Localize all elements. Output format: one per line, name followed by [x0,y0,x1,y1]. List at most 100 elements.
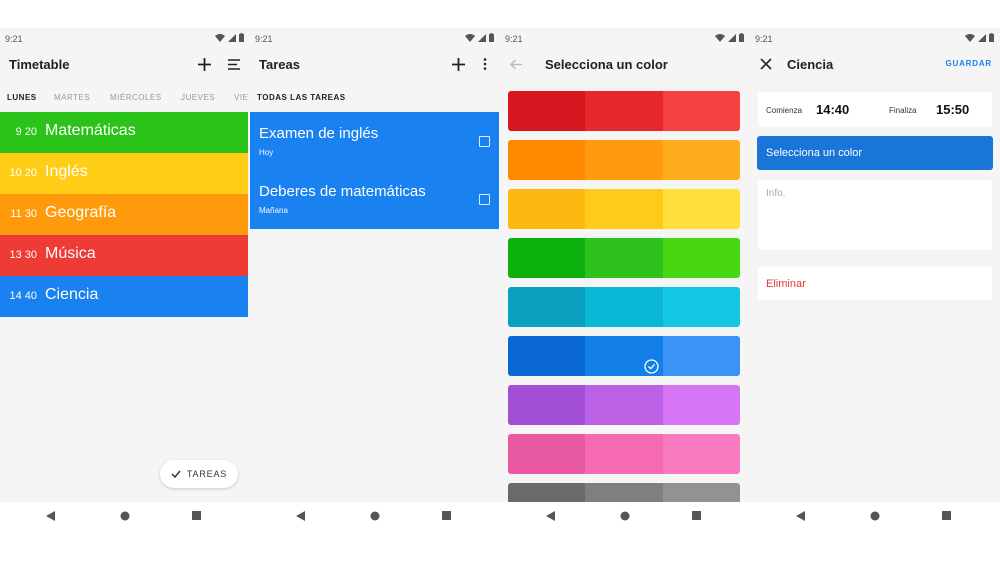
battery-icon [489,33,494,42]
class-time: 10 20 [9,167,37,179]
signal-icon [228,33,236,42]
start-time[interactable]: 14:40 [816,102,849,117]
color-swatch[interactable] [508,385,586,425]
task-item[interactable]: Examen de inglés Hoy [259,125,378,157]
back-triangle-icon[interactable] [546,511,555,521]
tab-viernes[interactable]: VIE [234,93,248,102]
color-swatch[interactable] [662,189,740,229]
status-bar: 9:21 [750,28,1000,48]
color-swatch[interactable] [508,336,586,376]
task-due: Mañana [259,206,288,215]
delete-button[interactable]: Eliminar [766,278,806,290]
tab-jueves[interactable]: JUEVES [181,93,215,102]
color-swatch[interactable] [662,483,740,502]
status-time: 9:21 [255,34,273,44]
page-title: Ciencia [787,57,834,72]
tab-all-tasks[interactable]: TODAS LAS TAREAS [257,93,346,102]
color-swatch[interactable] [662,385,740,425]
tareas-button[interactable]: TAREAS [160,460,238,488]
tab-miercoles[interactable]: MIÉRCOLES [110,93,162,102]
color-swatch[interactable] [585,140,663,180]
color-swatch[interactable] [585,287,663,327]
class-name: Matemáticas [45,122,136,139]
home-circle-icon[interactable] [120,511,130,521]
color-swatch-row [508,336,740,376]
task-item[interactable]: Deberes de matemáticas Mañana [259,183,426,215]
task-checkbox[interactable] [479,194,490,205]
recents-square-icon[interactable] [192,511,201,520]
color-swatch[interactable] [508,91,586,131]
battery-icon [239,33,244,42]
more-options-button[interactable] [475,54,495,74]
status-bar: 9:21 [0,28,250,48]
color-swatch[interactable] [662,91,740,131]
delete-card: Eliminar [758,267,992,300]
end-time[interactable]: 15:50 [936,102,969,117]
color-swatch[interactable] [508,189,586,229]
battery-icon [989,33,994,42]
class-name: Inglés [45,163,88,180]
timetable-screen: 9:21 Timetable LUNES MARTES MIÉRCOLES JU… [0,28,250,502]
menu-button[interactable] [224,54,244,74]
page-title: Selecciona un color [545,57,668,72]
plus-icon [451,57,465,71]
back-triangle-icon[interactable] [46,511,55,521]
check-circle-icon [644,359,659,374]
tab-martes[interactable]: MARTES [54,93,90,102]
info-field[interactable]: Info. [758,180,992,250]
color-swatch[interactable] [585,434,663,474]
recents-square-icon[interactable] [442,511,451,520]
signal-icon [978,33,986,42]
task-tabs: TODAS LAS TAREAS [250,88,500,108]
color-swatch[interactable] [662,287,740,327]
class-row[interactable]: 9 20 Matemáticas [0,112,248,153]
color-swatch[interactable] [508,140,586,180]
color-swatch[interactable] [508,434,586,474]
task-name: Examen de inglés [259,125,379,142]
task-list: Examen de inglés Hoy Deberes de matemáti… [250,112,499,229]
back-triangle-icon[interactable] [296,511,305,521]
color-swatch[interactable] [662,140,740,180]
color-swatch[interactable] [662,434,740,474]
color-swatch[interactable] [585,189,663,229]
color-swatch-row [508,287,740,327]
battery-icon [739,33,744,42]
color-swatch[interactable] [585,336,663,376]
class-row[interactable]: 11 30 Geografía [0,194,248,235]
color-swatch[interactable] [508,287,586,327]
home-circle-icon[interactable] [620,511,630,521]
color-swatch[interactable] [508,483,586,502]
color-swatch[interactable] [585,238,663,278]
signal-icon [478,33,486,42]
select-color-button[interactable]: Selecciona un color [757,136,993,170]
end-label: Finaliza [889,106,917,115]
color-swatch[interactable] [585,385,663,425]
add-task-button[interactable] [448,54,468,74]
plus-icon [197,57,211,71]
recents-square-icon[interactable] [942,511,951,520]
color-swatch[interactable] [585,91,663,131]
start-label: Comienza [766,106,803,115]
class-row[interactable]: 14 40 Ciencia [0,276,248,317]
color-swatch[interactable] [508,238,586,278]
color-swatch[interactable] [662,336,740,376]
page-title: Tareas [259,57,300,72]
recents-square-icon[interactable] [692,511,701,520]
back-triangle-icon[interactable] [796,511,805,521]
back-button[interactable] [506,54,526,74]
status-time: 9:21 [5,34,23,44]
color-swatch[interactable] [585,483,663,502]
status-bar: 9:21 [500,28,750,48]
tab-lunes[interactable]: LUNES [7,93,37,102]
class-row[interactable]: 10 20 Inglés [0,153,248,194]
color-swatch[interactable] [662,238,740,278]
class-row[interactable]: 13 30 Música [0,235,248,276]
class-time: 11 30 [10,208,37,220]
close-button[interactable] [756,54,776,74]
class-time: 14 40 [9,290,37,302]
home-circle-icon[interactable] [870,511,880,521]
add-button[interactable] [194,54,214,74]
save-button[interactable]: GUARDAR [946,59,993,68]
home-circle-icon[interactable] [370,511,380,521]
task-checkbox[interactable] [479,136,490,147]
